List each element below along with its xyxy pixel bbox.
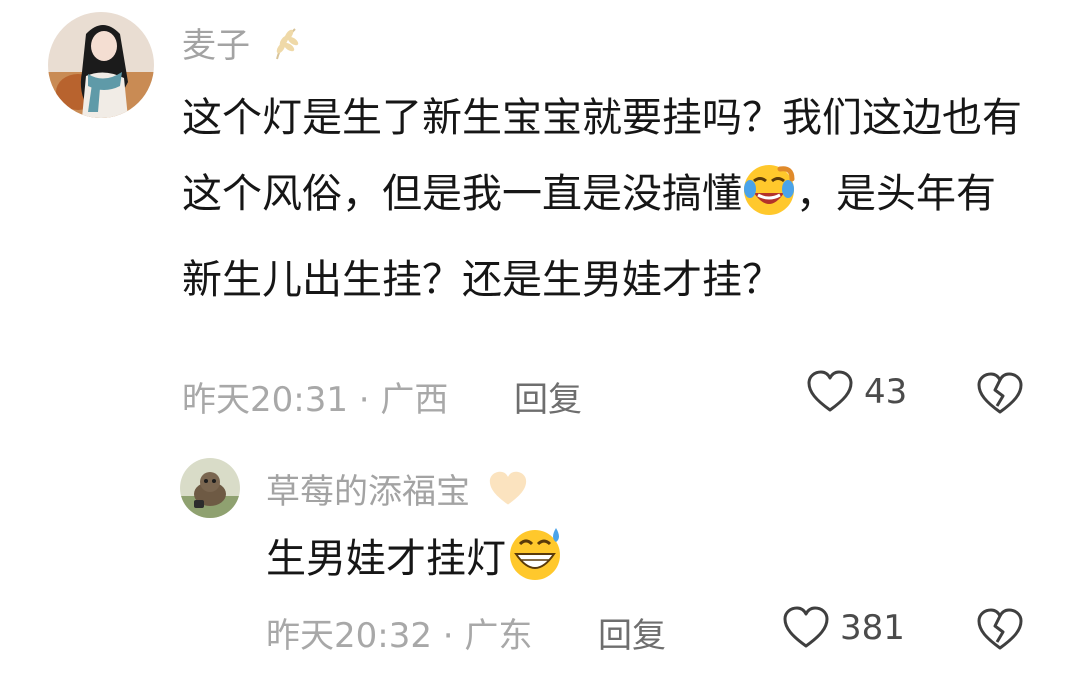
heart-outline-icon: [807, 370, 853, 412]
username-text[interactable]: 草莓的添福宝: [266, 472, 470, 512]
wheat-icon: [267, 25, 303, 70]
like-count: 43: [864, 372, 908, 412]
reply-username[interactable]: 草莓的添福宝: [266, 464, 529, 517]
heart-icon: [487, 470, 529, 517]
broken-heart-icon: [977, 372, 1023, 414]
reply-text-content: 生男娃才挂灯: [266, 536, 506, 582]
avatar[interactable]: [180, 458, 240, 518]
laughing-crying-emoji: [742, 163, 796, 242]
avatar-image: [48, 12, 154, 118]
like-button[interactable]: 381: [782, 606, 905, 650]
comment-time-location: 昨天20:31 · 广西: [182, 380, 449, 420]
reply-text: 生男娃才挂灯: [266, 524, 564, 601]
grinning-sweat-emoji: [506, 524, 564, 601]
avatar-image: [180, 458, 240, 518]
reply-button[interactable]: 回复: [514, 372, 582, 421]
dislike-button[interactable]: [976, 608, 1024, 656]
avatar[interactable]: [48, 12, 154, 118]
comment-text: 这个灯是生了新生宝宝就要挂吗？我们这边也有这个风俗，但是我一直是没搞懂 ，是头年有…: [182, 80, 1022, 318]
username-text[interactable]: 麦子: [182, 26, 250, 66]
broken-heart-icon: [977, 608, 1023, 650]
like-button[interactable]: 43: [806, 370, 907, 414]
comment-username[interactable]: 麦子: [182, 18, 303, 70]
reply-button[interactable]: 回复: [598, 608, 666, 657]
heart-outline-icon: [783, 606, 829, 648]
reply-time-location: 昨天20:32 · 广东: [266, 616, 533, 656]
like-count: 381: [840, 608, 905, 648]
dislike-button[interactable]: [976, 372, 1024, 420]
